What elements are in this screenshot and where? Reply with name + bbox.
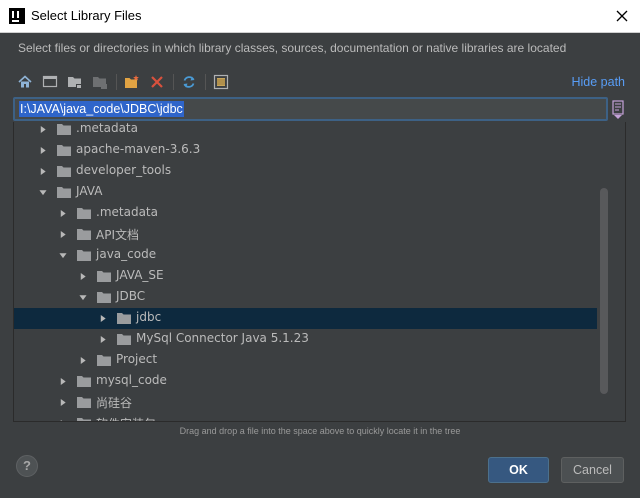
- tree-item-label: jdbc: [136, 310, 162, 324]
- collapsed-arrow-icon[interactable]: [99, 335, 107, 344]
- collapsed-arrow-icon[interactable]: [59, 398, 67, 407]
- expanded-arrow-icon[interactable]: [39, 188, 47, 197]
- folder-icon: [77, 376, 91, 387]
- close-icon: [616, 10, 628, 22]
- delete-icon: [151, 76, 163, 88]
- help-button[interactable]: ?: [16, 455, 38, 477]
- folder-icon: [77, 418, 91, 421]
- module-folder-icon: [93, 77, 107, 89]
- window-title: Select Library Files: [31, 8, 142, 23]
- path-input[interactable]: I:\JAVA\java_code\JDBC\jdbc: [19, 101, 184, 117]
- tree-row[interactable]: 尚硅谷: [14, 392, 597, 413]
- toolbar-separator: [116, 74, 117, 90]
- toolbar: [16, 72, 237, 92]
- folder-icon: [57, 145, 71, 156]
- project-folder-icon: [68, 77, 82, 89]
- toolbar-separator: [205, 74, 206, 90]
- tree-item-label: 尚硅谷: [96, 396, 133, 410]
- collapsed-arrow-icon[interactable]: [39, 167, 47, 176]
- project-folder-button[interactable]: [66, 73, 84, 91]
- tree-item-label: mysql_code: [96, 373, 167, 387]
- collapsed-arrow-icon[interactable]: [59, 230, 67, 239]
- dialog-description: Select files or directories in which lib…: [18, 41, 567, 55]
- collapsed-arrow-icon[interactable]: [39, 125, 47, 134]
- title-bar: Select Library Files: [0, 0, 640, 33]
- toolbar-separator: [173, 74, 174, 90]
- module-folder-button[interactable]: [91, 73, 109, 91]
- home-button[interactable]: [16, 73, 34, 91]
- collapsed-arrow-icon[interactable]: [59, 419, 67, 422]
- tree-item-label: java_code: [96, 247, 157, 261]
- expanded-arrow-icon[interactable]: [59, 251, 67, 260]
- tree-row[interactable]: 软件安装包: [14, 413, 597, 422]
- tree-scrollbar[interactable]: [600, 188, 608, 394]
- collapsed-arrow-icon[interactable]: [99, 314, 107, 323]
- tree-item-label: 软件安装包: [96, 415, 156, 421]
- folder-icon: [57, 187, 71, 198]
- refresh-icon: [183, 76, 195, 88]
- folder-icon: [77, 250, 91, 261]
- hide-path-link[interactable]: Hide path: [571, 75, 625, 89]
- collapsed-arrow-icon[interactable]: [59, 209, 67, 218]
- close-button[interactable]: [612, 6, 632, 26]
- collapsed-arrow-icon[interactable]: [79, 272, 87, 281]
- ok-button[interactable]: OK: [488, 457, 549, 483]
- tree-item-label: developer_tools: [76, 163, 172, 177]
- path-history-button[interactable]: [610, 100, 626, 120]
- folder-icon: [77, 397, 91, 408]
- folder-icon: [97, 271, 111, 282]
- folder-icon: [97, 355, 111, 366]
- path-field[interactable]: I:\JAVA\java_code\JDBC\jdbc: [13, 97, 608, 121]
- new-folder-icon: [125, 75, 139, 88]
- tree-item-label: .metadata: [96, 205, 158, 219]
- tree-row[interactable]: .metadata: [14, 122, 597, 140]
- tree-row[interactable]: mysql_code: [14, 371, 597, 392]
- folder-icon: [77, 229, 91, 240]
- new-folder-button[interactable]: [123, 73, 141, 91]
- tree-row[interactable]: apache-maven-3.6.3: [14, 140, 597, 161]
- collapsed-arrow-icon[interactable]: [39, 146, 47, 155]
- tree-item-label: JDBC: [116, 289, 146, 303]
- home-icon: [18, 75, 32, 88]
- tree-row[interactable]: JDBC: [14, 287, 597, 308]
- tree-row[interactable]: JAVA_SE: [14, 266, 597, 287]
- folder-icon: [77, 208, 91, 219]
- tree-row-selected[interactable]: jdbc: [14, 308, 597, 329]
- tree-row[interactable]: JAVA: [14, 182, 597, 203]
- folder-icon: [97, 292, 111, 303]
- expanded-arrow-icon[interactable]: [79, 293, 87, 302]
- tree-item-label: .metadata: [76, 122, 138, 135]
- tree-item-label: JAVA_SE: [116, 268, 164, 282]
- tree-row[interactable]: Project: [14, 350, 597, 371]
- collapsed-arrow-icon[interactable]: [79, 356, 87, 365]
- folder-icon: [57, 166, 71, 177]
- tree-item-label: API文档: [96, 228, 139, 242]
- tree-item-label: JAVA: [76, 184, 103, 198]
- desktop-icon: [42, 75, 58, 88]
- desktop-button[interactable]: [41, 73, 59, 91]
- tree-row[interactable]: MySql Connector Java 5.1.23: [14, 329, 597, 350]
- intellij-app-icon: [9, 8, 25, 24]
- drag-drop-hint: Drag and drop a file into the space abov…: [179, 426, 461, 436]
- history-dropdown-icon: [612, 100, 624, 119]
- tree-item-label: apache-maven-3.6.3: [76, 142, 201, 156]
- tree-row[interactable]: developer_tools: [14, 161, 597, 182]
- file-tree[interactable]: .metadata apache-maven-3.6.3 developer_too…: [13, 122, 626, 422]
- delete-button[interactable]: [148, 73, 166, 91]
- show-hidden-button[interactable]: [212, 73, 230, 91]
- folder-icon: [117, 313, 131, 324]
- show-hidden-icon: [213, 74, 229, 90]
- folder-icon: [117, 334, 131, 345]
- tree-item-label: Project: [116, 352, 158, 366]
- tree-row[interactable]: java_code: [14, 245, 597, 266]
- folder-icon: [57, 124, 71, 135]
- tree-row[interactable]: .metadata: [14, 203, 597, 224]
- cancel-button[interactable]: Cancel: [561, 457, 624, 483]
- tree-row[interactable]: API文档: [14, 224, 597, 245]
- tree-item-label: MySql Connector Java 5.1.23: [136, 331, 309, 345]
- collapsed-arrow-icon[interactable]: [59, 377, 67, 386]
- refresh-button[interactable]: [180, 73, 198, 91]
